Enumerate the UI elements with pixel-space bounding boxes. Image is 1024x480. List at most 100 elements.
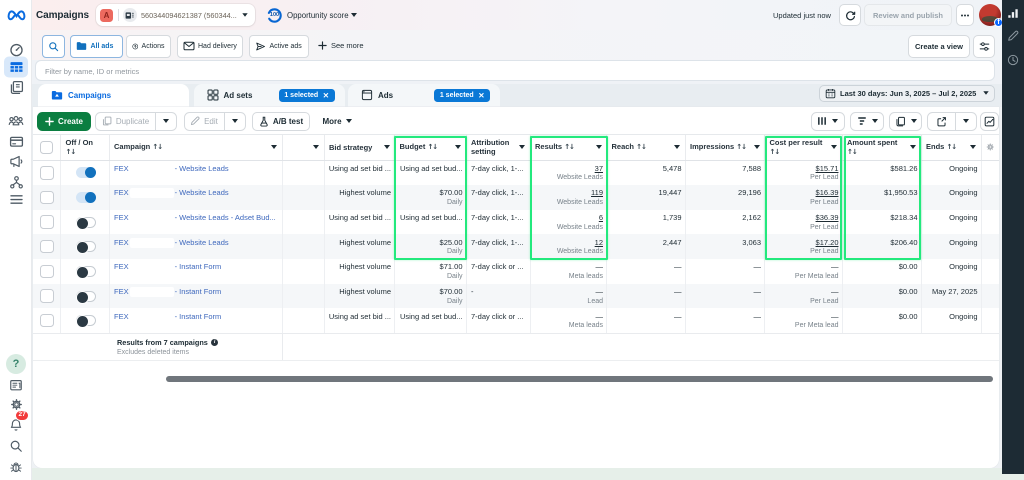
- chevron-down-icon[interactable]: [271, 145, 277, 149]
- meta-logo[interactable]: [5, 3, 27, 25]
- campaign-toggle[interactable]: [76, 217, 96, 228]
- filter-pill-had-delivery[interactable]: Had delivery: [177, 35, 244, 58]
- notifications-bell-icon[interactable]: 27: [5, 414, 27, 436]
- campaign-name-cell[interactable]: FEX- Instant Form: [110, 259, 283, 284]
- advertise-megaphone-icon[interactable]: [5, 150, 27, 172]
- more-menu[interactable]: More: [323, 112, 352, 131]
- filter-pill-active-ads[interactable]: Active ads: [249, 35, 309, 58]
- header-select-all[interactable]: [33, 135, 62, 160]
- campaign-toggle[interactable]: [76, 167, 96, 178]
- header-cost-per-result[interactable]: Cost per result ↑↓: [765, 135, 843, 160]
- row-checkbox[interactable]: [40, 289, 54, 303]
- clear-selection-icon[interactable]: ✕: [478, 91, 484, 100]
- chevron-down-icon[interactable]: [455, 145, 461, 149]
- create-a-view-button[interactable]: Create a view: [908, 35, 970, 58]
- edit-pencil-icon[interactable]: [1007, 30, 1019, 42]
- row-checkbox[interactable]: [40, 265, 54, 279]
- row-checkbox[interactable]: [40, 240, 54, 254]
- ab-test-button[interactable]: A/B test: [252, 112, 310, 131]
- charts-icon[interactable]: [1007, 7, 1019, 19]
- chevron-down-icon[interactable]: [384, 145, 390, 149]
- campaign-toggle[interactable]: [76, 192, 96, 203]
- search-filter-button[interactable]: [42, 35, 65, 58]
- horizontal-scrollbar[interactable]: [166, 376, 993, 382]
- edit-button[interactable]: Edit: [184, 112, 225, 131]
- view-settings-button[interactable]: [973, 35, 995, 58]
- sidebar-search-icon[interactable]: [5, 435, 27, 457]
- header-attribution[interactable]: Attribution setting: [467, 135, 531, 160]
- chevron-down-icon[interactable]: [754, 145, 760, 149]
- date-range-selector[interactable]: Last 30 days: Jun 3, 2025 – Jul 2, 2025: [819, 85, 995, 102]
- campaign-toggle[interactable]: [76, 291, 96, 302]
- campaign-name-cell[interactable]: FEX- Website Leads: [110, 161, 283, 186]
- ads-selected-badge[interactable]: 1 selected✕: [434, 89, 490, 102]
- header-campaign[interactable]: Campaign ↑↓: [110, 135, 283, 160]
- user-avatar[interactable]: f: [979, 4, 1001, 26]
- filter-pill-actions[interactable]: Actions: [126, 35, 171, 58]
- chart-view-button[interactable]: [980, 112, 1000, 131]
- row-checkbox[interactable]: [40, 166, 54, 180]
- row-checkbox[interactable]: [40, 191, 54, 205]
- campaign-toggle[interactable]: [76, 315, 96, 326]
- row-checkbox[interactable]: [40, 215, 54, 229]
- chevron-down-icon[interactable]: [970, 145, 976, 149]
- campaign-name-cell[interactable]: FEX- Instant Form: [110, 284, 283, 309]
- breakdown-button[interactable]: [850, 112, 884, 131]
- header-extra[interactable]: [283, 135, 325, 160]
- row-checkbox[interactable]: [40, 314, 54, 328]
- create-button[interactable]: Create: [37, 112, 91, 131]
- plus-icon: [318, 41, 327, 50]
- all-tools-menu-icon[interactable]: [5, 188, 27, 210]
- header-settings[interactable]: [982, 135, 1000, 160]
- billing-icon[interactable]: [5, 130, 27, 152]
- account-selector[interactable]: A 560344094621387 (560344...: [96, 4, 255, 26]
- filter-pill-all-ads[interactable]: All ads: [70, 35, 123, 58]
- duplicate-caret-button[interactable]: [156, 112, 177, 131]
- chevron-down-icon[interactable]: [313, 145, 319, 149]
- chevron-down-icon[interactable]: [674, 145, 680, 149]
- header-amount-spent[interactable]: Amount spent ↑↓: [843, 135, 922, 160]
- header-results[interactable]: Results ↑↓: [531, 135, 608, 160]
- header-ends[interactable]: Ends ↑↓: [922, 135, 982, 160]
- tab-campaigns[interactable]: Campaigns: [38, 84, 189, 107]
- ads-reporting-icon[interactable]: [5, 77, 27, 99]
- export-button[interactable]: [927, 112, 956, 131]
- clear-selection-icon[interactable]: ✕: [323, 91, 329, 100]
- info-icon[interactable]: i: [211, 339, 219, 347]
- select-all-checkbox[interactable]: [40, 141, 54, 155]
- campaign-toggle[interactable]: [76, 241, 96, 252]
- see-more-filters[interactable]: See more: [318, 41, 364, 50]
- chevron-down-icon[interactable]: [596, 145, 602, 149]
- chevron-down-icon[interactable]: [910, 145, 916, 149]
- report-bug-icon[interactable]: [5, 456, 27, 478]
- campaign-name-cell[interactable]: FEX- Website Leads: [110, 234, 283, 259]
- history-clock-icon[interactable]: [1007, 54, 1019, 66]
- campaign-name-cell[interactable]: FEX- Instant Form: [110, 308, 283, 333]
- help-icon[interactable]: ?: [5, 353, 27, 375]
- chevron-down-icon[interactable]: [831, 145, 837, 149]
- header-bid-strategy[interactable]: Bid strategy: [325, 135, 396, 160]
- tab-ad-sets[interactable]: Ad sets 1 selected✕: [194, 84, 345, 107]
- header-impressions[interactable]: Impressions ↑↓: [686, 135, 766, 160]
- campaigns-nav-icon[interactable]: [4, 56, 28, 77]
- tab-ads[interactable]: Ads 1 selected✕: [348, 84, 500, 107]
- review-and-publish-button[interactable]: Review and publish: [864, 4, 952, 26]
- refresh-button[interactable]: [839, 4, 861, 26]
- header-off-on[interactable]: Off / On ↑↓: [61, 135, 110, 160]
- audiences-icon[interactable]: [5, 109, 27, 131]
- chevron-down-icon[interactable]: [519, 145, 525, 149]
- more-options-button[interactable]: [956, 4, 974, 26]
- export-caret-button[interactable]: [956, 112, 977, 131]
- duplicate-button[interactable]: Duplicate: [95, 112, 156, 131]
- campaign-toggle[interactable]: [76, 266, 96, 277]
- header-budget[interactable]: Budget ↑↓: [395, 135, 467, 160]
- header-reach[interactable]: Reach ↑↓: [607, 135, 686, 160]
- opportunity-score-label[interactable]: Opportunity score: [287, 11, 349, 20]
- campaign-name-cell[interactable]: FEX- Website Leads: [110, 185, 283, 210]
- reports-button[interactable]: [889, 112, 922, 131]
- adsets-selected-badge[interactable]: 1 selected✕: [279, 89, 335, 102]
- columns-button[interactable]: [811, 112, 846, 131]
- filter-search-input[interactable]: Filter by name, ID or metrics: [36, 61, 994, 81]
- edit-caret-button[interactable]: [225, 112, 246, 131]
- campaign-name-cell[interactable]: FEX- Website Leads - Adset Bud...: [110, 210, 283, 235]
